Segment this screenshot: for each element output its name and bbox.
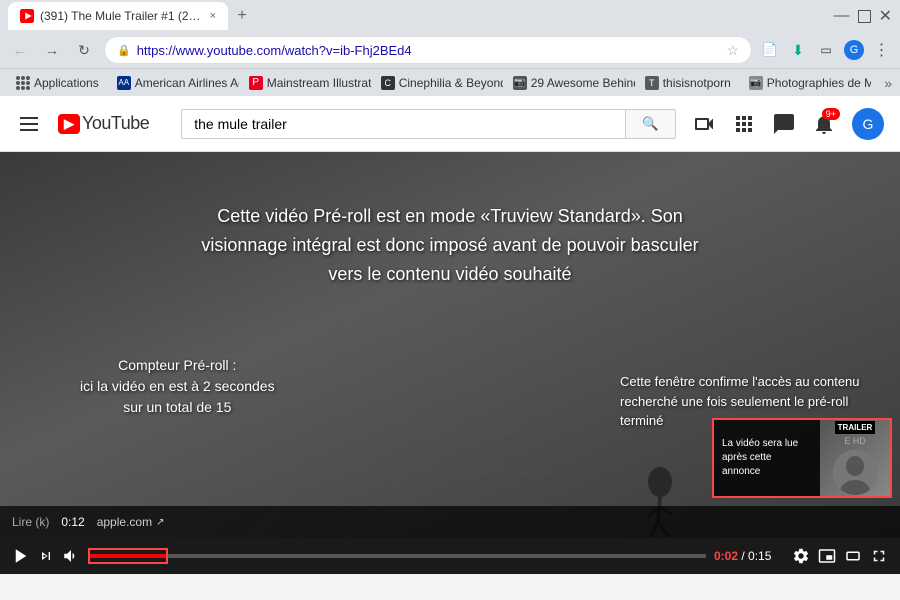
tab-title: (391) The Mule Trailer #1 (2018) ... [40,9,202,23]
address-actions: 📄 ⬇ ▭ G ⋮ [760,40,892,60]
tab-close-icon[interactable]: × [210,10,216,22]
hamburger-line [20,129,38,131]
right-controls [792,547,888,565]
hamburger-menu-button[interactable] [16,113,42,135]
refresh-button[interactable]: ↻ [72,38,96,62]
youtube-logo-icon: ▶ [58,114,80,134]
bookmarks-bar: Applications AA American Airlines Ac... … [0,68,900,96]
hd-badge: E HD [844,436,866,446]
close-icon[interactable]: ✕ [879,6,892,26]
video-camera-icon[interactable] [692,112,716,136]
ad-play-label: Lire (k) [12,515,49,529]
bookmark-star-icon[interactable]: ☆ [726,42,739,59]
apps-grid-icon [16,76,30,90]
apps-grid-icon[interactable] [732,112,756,136]
total-time: 0:15 [748,549,771,563]
current-time: 0:02 [714,549,738,563]
aa-favicon: AA [117,76,131,90]
address-input-wrapper[interactable]: 🔒 https://www.youtube.com/watch?v=ib-Fhj… [104,36,752,64]
miniplayer-button[interactable] [818,547,836,565]
bookmark-photos[interactable]: 📷 Photographies de M... [741,74,871,92]
minimize-icon[interactable]: — [834,7,850,25]
theater-button[interactable] [844,547,862,565]
ad-site[interactable]: apple.com ↗ [97,515,165,529]
youtube-logo[interactable]: ▶ YouTube [58,113,149,134]
photos-favicon: 📷 [749,76,763,90]
video-container: Cette vidéo Pré-roll est en mode «Truvie… [0,152,900,538]
ad-info-bar: Lire (k) 0:12 apple.com ↗ [0,506,900,538]
hamburger-line [20,123,38,125]
bookmark-behind[interactable]: 📷 29 Awesome Behind... [505,74,635,92]
youtube-header: ▶ YouTube 🔍 9+ G [0,96,900,152]
user-avatar[interactable]: G [852,108,884,140]
tab-area: (391) The Mule Trailer #1 (2018) ... × + [8,2,834,30]
search-icon: 🔍 [642,116,659,131]
account-circle-icon[interactable]: G [844,40,864,60]
cinephilia-favicon: C [381,76,395,90]
bookmark-notporn-label: thisisnotporn [663,76,731,90]
menu-icon[interactable]: ⋮ [872,40,892,60]
time-display: 0:02 / 0:15 [714,549,784,563]
notification-badge: 9+ [822,108,840,120]
chat-icon[interactable] [772,112,796,136]
bookmark-photos-label: Photographies de M... [767,76,871,90]
fullscreen-button[interactable] [870,547,888,565]
bookmark-notporn[interactable]: T thisisnotporn [637,74,739,92]
tab-favicon [20,9,34,23]
bookmark-apps-label: Applications [34,76,99,90]
restore-icon[interactable] [858,10,871,23]
new-tab-button[interactable]: + [228,2,256,30]
settings-button[interactable] [792,547,810,565]
notporn-favicon: T [645,76,659,90]
thumbnail-person [833,450,878,495]
youtube-logo-text: YouTube [82,113,149,134]
thumbnail-image: TRAILER E HD [820,420,890,496]
external-link-icon: ↗ [156,517,164,528]
lock-icon: 🔒 [117,44,131,57]
ad-timer: 0:12 [61,515,84,529]
back-button[interactable]: ← [8,38,32,62]
notification-bell-icon[interactable]: 9+ [812,112,836,136]
progress-bar[interactable] [88,554,706,558]
volume-button[interactable] [62,547,80,565]
behind-favicon: 📷 [513,76,527,90]
forward-button[interactable]: → [40,38,64,62]
bookmark-cinephilia-label: Cinephilia & Beyond [399,76,503,90]
window-controls: — ✕ [834,6,892,26]
preroll-counter-annotation: Compteur Pré-roll : ici la vidéo en est … [80,355,275,418]
search-input[interactable] [181,109,625,139]
bookmark-aa[interactable]: AA American Airlines Ac... [109,74,239,92]
progress-bar-background [88,554,706,558]
video-controls-bar: 0:02 / 0:15 [0,538,900,574]
pinterest-favicon: P [249,76,263,90]
post-ad-text: La vidéo sera lue après cette annonce [714,420,820,496]
bookmark-behind-label: 29 Awesome Behind... [531,76,635,90]
trailer-badge: TRAILER [835,421,876,434]
more-bookmarks-icon[interactable]: » [884,75,892,91]
preroll-annotation-main: Cette vidéo Pré-roll est en mode «Truvie… [200,202,700,288]
post-ad-thumbnail: La vidéo sera lue après cette annonce TR… [712,418,892,498]
search-button[interactable]: 🔍 [625,109,676,139]
search-bar[interactable]: 🔍 [181,109,676,139]
bookmark-pinterest-label: Mainstream Illustrati... [267,76,371,90]
title-bar: (391) The Mule Trailer #1 (2018) ... × +… [0,0,900,32]
active-tab[interactable]: (391) The Mule Trailer #1 (2018) ... × [8,2,228,30]
pdf-icon[interactable]: 📄 [760,40,780,60]
next-button[interactable] [38,548,54,564]
bookmark-apps[interactable]: Applications [8,74,107,92]
cast-icon[interactable]: ▭ [816,40,836,60]
download-icon[interactable]: ⬇ [788,40,808,60]
bookmark-pinterest[interactable]: P Mainstream Illustrati... [241,74,371,92]
url-text: https://www.youtube.com/watch?v=ib-Fhj2B… [137,43,727,58]
play-pause-button[interactable] [12,547,30,565]
time-bracket [88,548,168,564]
hamburger-line [20,117,38,119]
bookmark-aa-label: American Airlines Ac... [135,76,239,90]
address-bar: ← → ↻ 🔒 https://www.youtube.com/watch?v=… [0,32,900,68]
header-icons: 9+ G [692,108,884,140]
bookmark-cinephilia[interactable]: C Cinephilia & Beyond [373,74,503,92]
